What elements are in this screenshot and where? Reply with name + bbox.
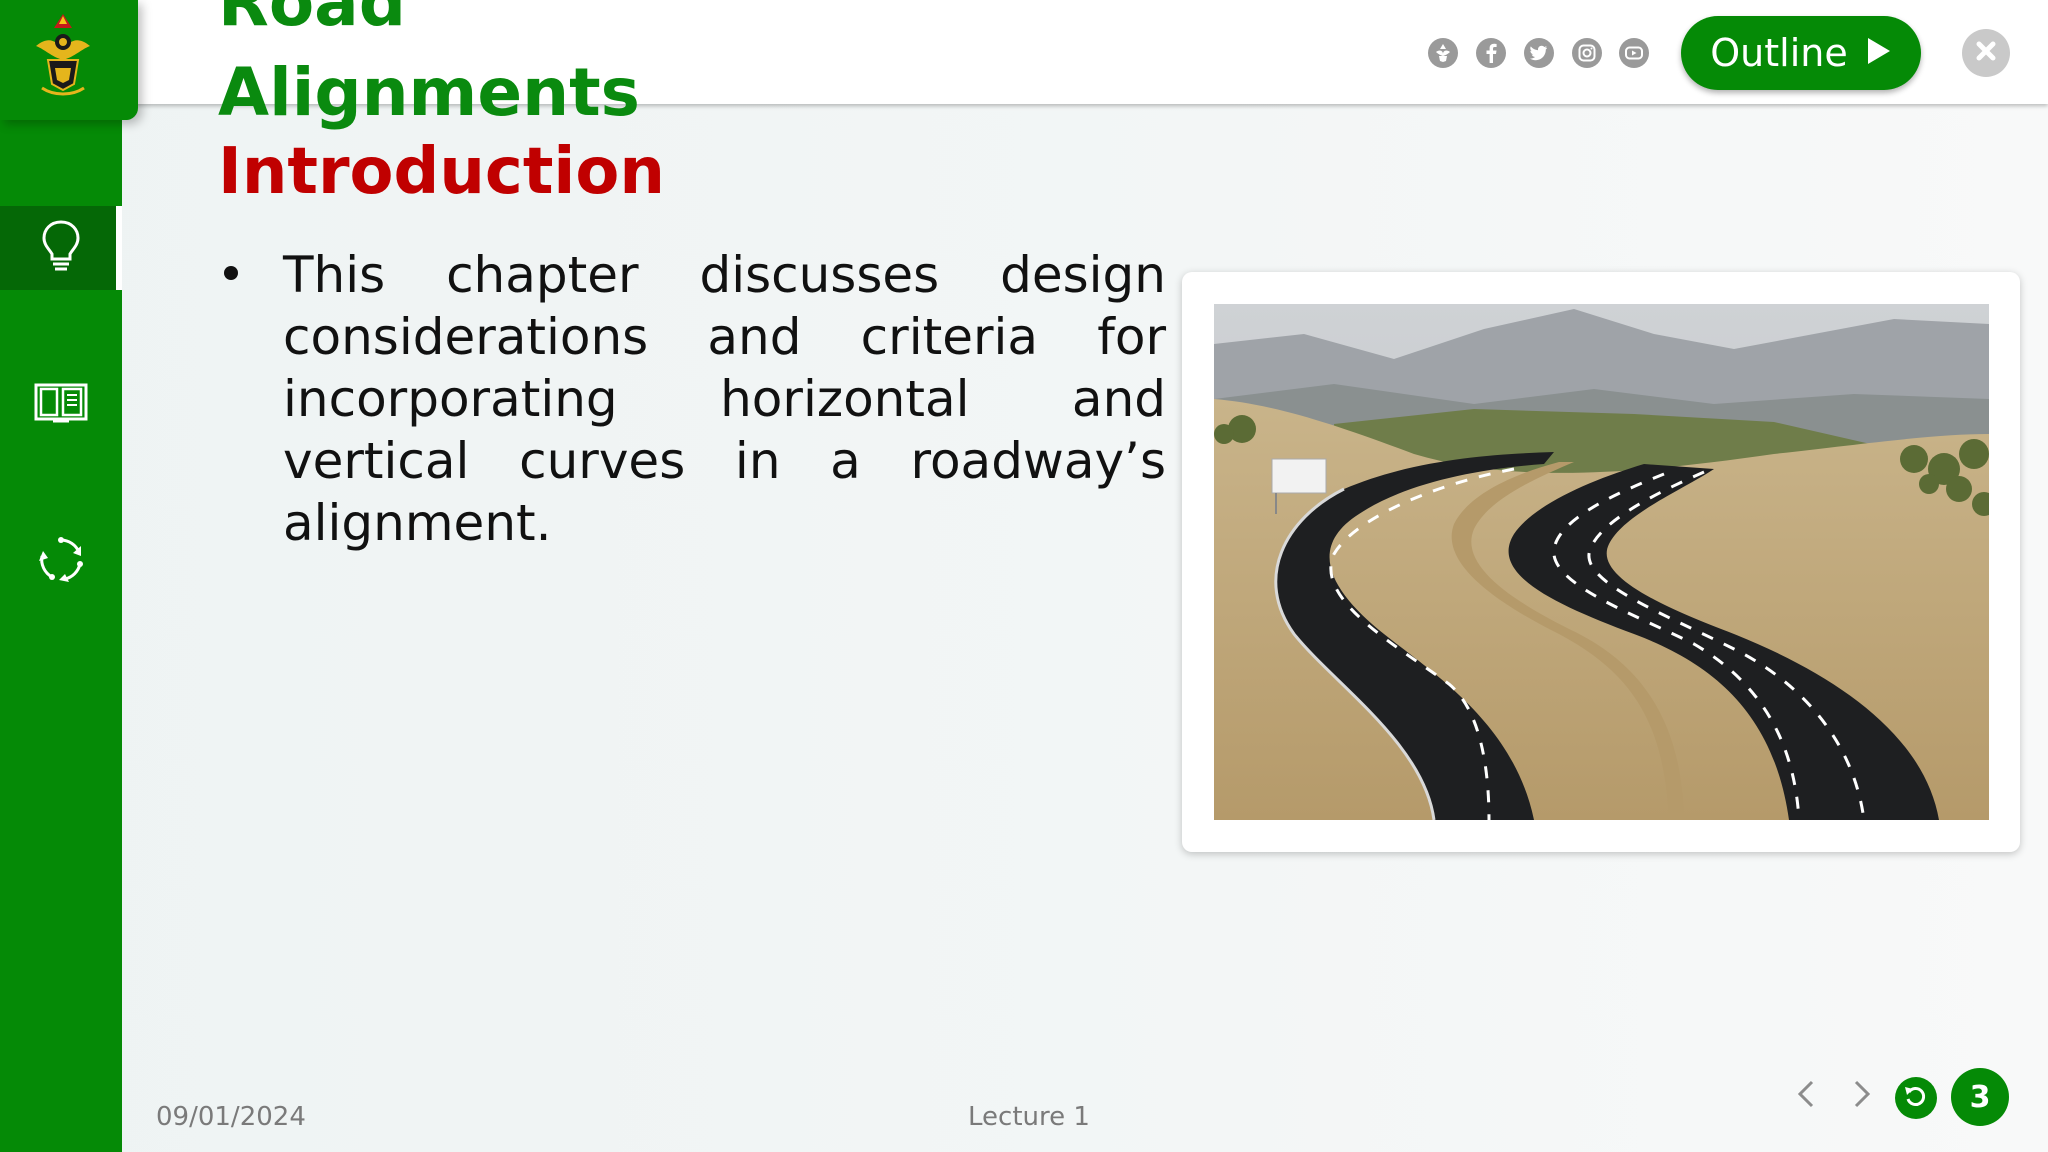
university-logo-icon[interactable] (1428, 38, 1458, 68)
logo-tab[interactable] (0, 0, 138, 120)
replay-button[interactable] (1895, 1077, 1937, 1119)
instagram-icon[interactable] (1572, 38, 1602, 68)
close-icon (1975, 40, 1997, 66)
section-heading: Introduction (218, 135, 665, 209)
next-slide-button[interactable] (1842, 1076, 1882, 1116)
cycle-icon (37, 536, 85, 588)
twitter-icon[interactable] (1524, 38, 1554, 68)
replay-icon (1903, 1083, 1929, 1113)
facebook-icon[interactable] (1476, 38, 1506, 68)
page-number-badge[interactable]: 3 (1951, 1068, 2009, 1126)
chevron-left-icon (1796, 1079, 1816, 1113)
outline-button-label: Outline (1710, 31, 1848, 75)
outline-button[interactable]: Outline (1681, 16, 1921, 90)
bullet-marker (224, 266, 238, 280)
previous-slide-button[interactable] (1786, 1076, 1826, 1116)
youtube-icon[interactable] (1619, 38, 1649, 68)
sidebar (0, 0, 122, 1152)
close-button[interactable] (1962, 29, 2010, 77)
highway-photo (1214, 304, 1989, 820)
page-title-line2: Alignments (218, 54, 640, 131)
lightbulb-icon (41, 219, 81, 277)
slide-viewer: Road Alignments Introduction Outline Thi… (0, 0, 2048, 1152)
bullet-text: This chapter discusses design considerat… (283, 246, 1166, 552)
book-icon (33, 380, 89, 428)
sidebar-item-cycle[interactable] (0, 520, 122, 604)
image-card (1182, 272, 2020, 852)
footer-lecture: Lecture 1 (968, 1102, 1090, 1132)
sidebar-item-book[interactable] (0, 362, 122, 446)
page-title-line1: Road (218, 0, 406, 41)
footer-date: 09/01/2024 (156, 1102, 306, 1132)
sidebar-item-ideas[interactable] (0, 206, 122, 290)
play-icon (1866, 31, 1892, 75)
chevron-right-icon (1852, 1079, 1872, 1113)
bullet-list: This chapter discusses design considerat… (218, 244, 1166, 554)
